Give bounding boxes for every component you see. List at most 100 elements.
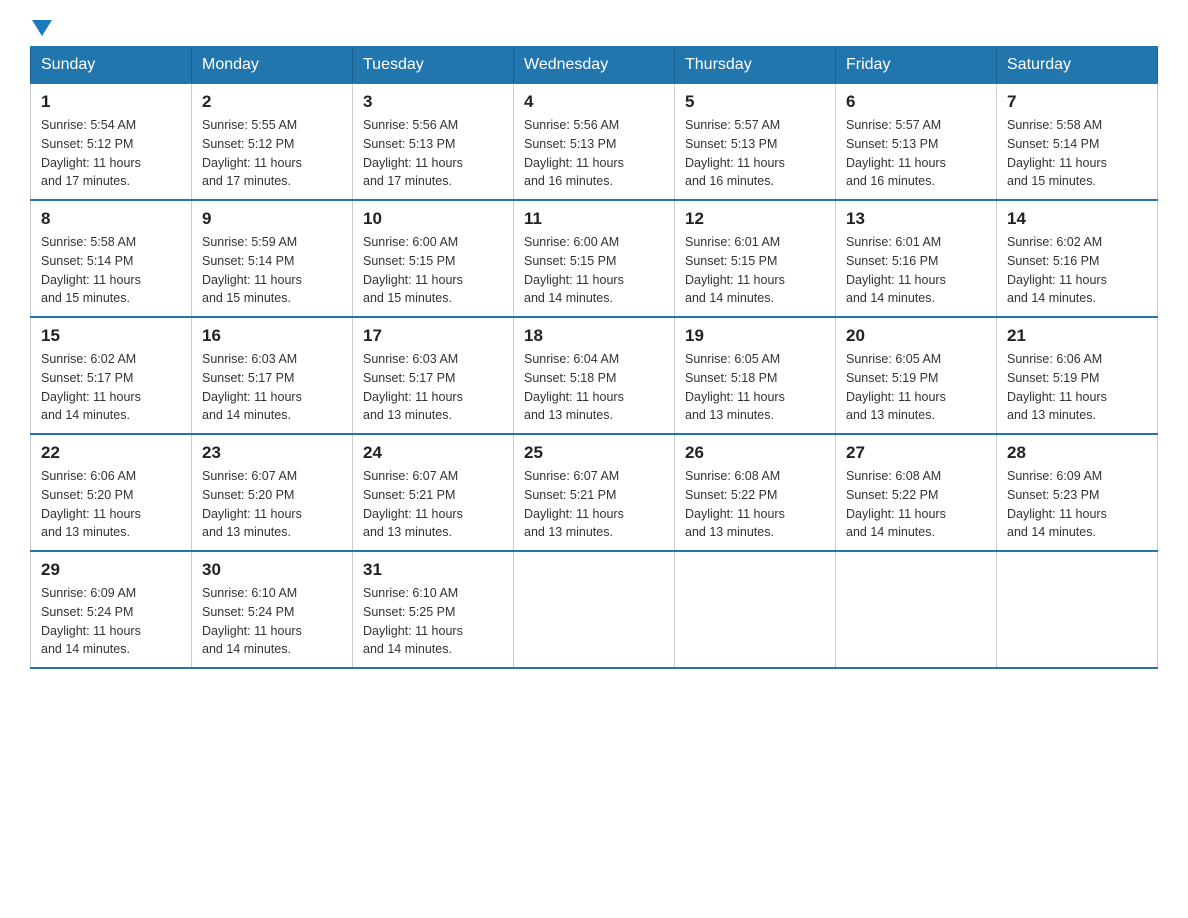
- day-info: Sunrise: 6:10 AMSunset: 5:24 PMDaylight:…: [202, 584, 342, 659]
- page-header: [30, 20, 1158, 36]
- day-number: 20: [846, 326, 986, 346]
- day-number: 30: [202, 560, 342, 580]
- calendar-cell: 19 Sunrise: 6:05 AMSunset: 5:18 PMDayligh…: [675, 317, 836, 434]
- calendar-cell: 28 Sunrise: 6:09 AMSunset: 5:23 PMDayligh…: [997, 434, 1158, 551]
- day-number: 29: [41, 560, 181, 580]
- day-info: Sunrise: 6:09 AMSunset: 5:23 PMDaylight:…: [1007, 467, 1147, 542]
- day-number: 15: [41, 326, 181, 346]
- calendar-cell: 17 Sunrise: 6:03 AMSunset: 5:17 PMDayligh…: [353, 317, 514, 434]
- day-info: Sunrise: 6:07 AMSunset: 5:21 PMDaylight:…: [363, 467, 503, 542]
- day-number: 23: [202, 443, 342, 463]
- calendar-cell: 25 Sunrise: 6:07 AMSunset: 5:21 PMDayligh…: [514, 434, 675, 551]
- weekday-header-friday: Friday: [836, 47, 997, 83]
- day-number: 12: [685, 209, 825, 229]
- week-row-2: 8 Sunrise: 5:58 AMSunset: 5:14 PMDaylight…: [31, 200, 1158, 317]
- calendar-cell: 14 Sunrise: 6:02 AMSunset: 5:16 PMDayligh…: [997, 200, 1158, 317]
- day-info: Sunrise: 5:56 AMSunset: 5:13 PMDaylight:…: [363, 116, 503, 191]
- calendar-cell: 10 Sunrise: 6:00 AMSunset: 5:15 PMDayligh…: [353, 200, 514, 317]
- day-info: Sunrise: 5:59 AMSunset: 5:14 PMDaylight:…: [202, 233, 342, 308]
- calendar-cell: 7 Sunrise: 5:58 AMSunset: 5:14 PMDaylight…: [997, 83, 1158, 200]
- calendar-cell: 9 Sunrise: 5:59 AMSunset: 5:14 PMDaylight…: [192, 200, 353, 317]
- day-number: 25: [524, 443, 664, 463]
- day-info: Sunrise: 5:55 AMSunset: 5:12 PMDaylight:…: [202, 116, 342, 191]
- day-number: 5: [685, 92, 825, 112]
- day-info: Sunrise: 5:57 AMSunset: 5:13 PMDaylight:…: [685, 116, 825, 191]
- day-info: Sunrise: 6:00 AMSunset: 5:15 PMDaylight:…: [524, 233, 664, 308]
- day-number: 17: [363, 326, 503, 346]
- calendar-cell: 13 Sunrise: 6:01 AMSunset: 5:16 PMDayligh…: [836, 200, 997, 317]
- week-row-4: 22 Sunrise: 6:06 AMSunset: 5:20 PMDayligh…: [31, 434, 1158, 551]
- day-number: 16: [202, 326, 342, 346]
- day-info: Sunrise: 5:57 AMSunset: 5:13 PMDaylight:…: [846, 116, 986, 191]
- calendar-cell: 18 Sunrise: 6:04 AMSunset: 5:18 PMDayligh…: [514, 317, 675, 434]
- calendar-cell: 1 Sunrise: 5:54 AMSunset: 5:12 PMDaylight…: [31, 83, 192, 200]
- day-info: Sunrise: 5:54 AMSunset: 5:12 PMDaylight:…: [41, 116, 181, 191]
- week-row-3: 15 Sunrise: 6:02 AMSunset: 5:17 PMDayligh…: [31, 317, 1158, 434]
- calendar-cell: [675, 551, 836, 668]
- calendar-cell: 8 Sunrise: 5:58 AMSunset: 5:14 PMDaylight…: [31, 200, 192, 317]
- calendar-cell: 16Sunrise: 6:03 AMSunset: 5:17 PMDayligh…: [192, 317, 353, 434]
- calendar-cell: 23Sunrise: 6:07 AMSunset: 5:20 PMDayligh…: [192, 434, 353, 551]
- day-number: 3: [363, 92, 503, 112]
- day-info: Sunrise: 6:06 AMSunset: 5:19 PMDaylight:…: [1007, 350, 1147, 425]
- calendar-cell: 4 Sunrise: 5:56 AMSunset: 5:13 PMDaylight…: [514, 83, 675, 200]
- weekday-header-wednesday: Wednesday: [514, 47, 675, 83]
- day-number: 1: [41, 92, 181, 112]
- day-number: 22: [41, 443, 181, 463]
- day-info: Sunrise: 5:56 AMSunset: 5:13 PMDaylight:…: [524, 116, 664, 191]
- day-info: Sunrise: 6:04 AMSunset: 5:18 PMDaylight:…: [524, 350, 664, 425]
- day-number: 14: [1007, 209, 1147, 229]
- calendar-cell: 11Sunrise: 6:00 AMSunset: 5:15 PMDayligh…: [514, 200, 675, 317]
- calendar-cell: 30 Sunrise: 6:10 AMSunset: 5:24 PMDayligh…: [192, 551, 353, 668]
- day-info: Sunrise: 6:05 AMSunset: 5:19 PMDaylight:…: [846, 350, 986, 425]
- weekday-header-saturday: Saturday: [997, 47, 1158, 83]
- day-info: Sunrise: 6:07 AMSunset: 5:21 PMDaylight:…: [524, 467, 664, 542]
- day-number: 27: [846, 443, 986, 463]
- calendar-cell: 24Sunrise: 6:07 AMSunset: 5:21 PMDayligh…: [353, 434, 514, 551]
- day-number: 10: [363, 209, 503, 229]
- weekday-header-row: SundayMondayTuesdayWednesdayThursdayFrid…: [31, 47, 1158, 83]
- calendar-cell: 26 Sunrise: 6:08 AMSunset: 5:22 PMDayligh…: [675, 434, 836, 551]
- day-number: 21: [1007, 326, 1147, 346]
- day-info: Sunrise: 6:02 AMSunset: 5:16 PMDaylight:…: [1007, 233, 1147, 308]
- calendar-cell: 20 Sunrise: 6:05 AMSunset: 5:19 PMDayligh…: [836, 317, 997, 434]
- calendar-cell: 12Sunrise: 6:01 AMSunset: 5:15 PMDayligh…: [675, 200, 836, 317]
- logo-triangle-icon: [32, 20, 52, 36]
- calendar-cell: 22 Sunrise: 6:06 AMSunset: 5:20 PMDayligh…: [31, 434, 192, 551]
- day-number: 18: [524, 326, 664, 346]
- day-number: 13: [846, 209, 986, 229]
- day-number: 6: [846, 92, 986, 112]
- weekday-header-sunday: Sunday: [31, 47, 192, 83]
- day-info: Sunrise: 6:01 AMSunset: 5:16 PMDaylight:…: [846, 233, 986, 308]
- day-info: Sunrise: 5:58 AMSunset: 5:14 PMDaylight:…: [1007, 116, 1147, 191]
- calendar-cell: 3 Sunrise: 5:56 AMSunset: 5:13 PMDaylight…: [353, 83, 514, 200]
- calendar-cell: 6 Sunrise: 5:57 AMSunset: 5:13 PMDaylight…: [836, 83, 997, 200]
- day-number: 26: [685, 443, 825, 463]
- calendar-cell: [514, 551, 675, 668]
- calendar-cell: 29Sunrise: 6:09 AMSunset: 5:24 PMDayligh…: [31, 551, 192, 668]
- calendar-cell: [997, 551, 1158, 668]
- day-number: 8: [41, 209, 181, 229]
- day-info: Sunrise: 6:05 AMSunset: 5:18 PMDaylight:…: [685, 350, 825, 425]
- day-info: Sunrise: 6:06 AMSunset: 5:20 PMDaylight:…: [41, 467, 181, 542]
- day-info: Sunrise: 6:03 AMSunset: 5:17 PMDaylight:…: [363, 350, 503, 425]
- day-number: 31: [363, 560, 503, 580]
- calendar-cell: 2 Sunrise: 5:55 AMSunset: 5:12 PMDaylight…: [192, 83, 353, 200]
- day-number: 2: [202, 92, 342, 112]
- day-number: 19: [685, 326, 825, 346]
- weekday-header-tuesday: Tuesday: [353, 47, 514, 83]
- day-info: Sunrise: 6:10 AMSunset: 5:25 PMDaylight:…: [363, 584, 503, 659]
- day-number: 7: [1007, 92, 1147, 112]
- week-row-1: 1 Sunrise: 5:54 AMSunset: 5:12 PMDaylight…: [31, 83, 1158, 200]
- weekday-header-monday: Monday: [192, 47, 353, 83]
- day-info: Sunrise: 6:02 AMSunset: 5:17 PMDaylight:…: [41, 350, 181, 425]
- day-number: 28: [1007, 443, 1147, 463]
- day-number: 4: [524, 92, 664, 112]
- calendar-cell: 5 Sunrise: 5:57 AMSunset: 5:13 PMDaylight…: [675, 83, 836, 200]
- day-info: Sunrise: 5:58 AMSunset: 5:14 PMDaylight:…: [41, 233, 181, 308]
- day-info: Sunrise: 6:00 AMSunset: 5:15 PMDaylight:…: [363, 233, 503, 308]
- calendar-cell: 15 Sunrise: 6:02 AMSunset: 5:17 PMDayligh…: [31, 317, 192, 434]
- day-info: Sunrise: 6:08 AMSunset: 5:22 PMDaylight:…: [685, 467, 825, 542]
- day-number: 9: [202, 209, 342, 229]
- calendar-cell: [836, 551, 997, 668]
